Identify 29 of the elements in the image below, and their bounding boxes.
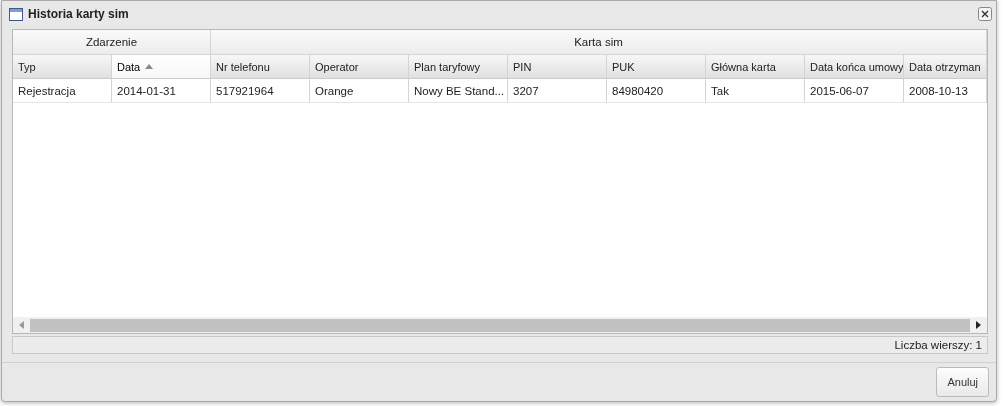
horizontal-scrollbar[interactable] (13, 317, 987, 333)
table-cell: 3207 (508, 79, 607, 102)
table-cell: 2008-10-13 (904, 79, 987, 102)
column-header[interactable]: Plan taryfowy (409, 55, 508, 78)
column-header[interactable]: Główna karta (706, 55, 805, 78)
scroll-right-icon[interactable] (976, 321, 981, 329)
row-count: Liczba wierszy: 1 (894, 339, 982, 351)
column-group-header: Zdarzenie (13, 30, 211, 54)
cancel-button[interactable]: Anuluj (936, 367, 989, 397)
table-cell: 84980420 (607, 79, 706, 102)
table-cell: Tak (706, 79, 805, 102)
column-header[interactable]: PUK (607, 55, 706, 78)
column-header[interactable]: Data końca umowy (805, 55, 904, 78)
table-cell: 517921964 (211, 79, 310, 102)
table-cell: 2015-06-07 (805, 79, 904, 102)
column-header[interactable]: Operator (310, 55, 409, 78)
column-header[interactable]: Nr telefonu (211, 55, 310, 78)
sort-ascending-icon (145, 64, 154, 69)
table-cell: Nowy BE Stand... (409, 79, 508, 102)
window-icon (9, 7, 23, 21)
table-cell: Rejestracja (13, 79, 112, 102)
column-header[interactable]: Data (112, 55, 211, 78)
column-group-header: Karta sim (211, 30, 987, 54)
table-cell: 2014-01-31 (112, 79, 211, 102)
column-header[interactable]: Data otrzyman (904, 55, 987, 78)
window-title: Historia karty sim (28, 7, 130, 21)
close-icon[interactable] (978, 7, 992, 21)
column-header[interactable]: PIN (508, 55, 607, 78)
table-cell: Orange (310, 79, 409, 102)
